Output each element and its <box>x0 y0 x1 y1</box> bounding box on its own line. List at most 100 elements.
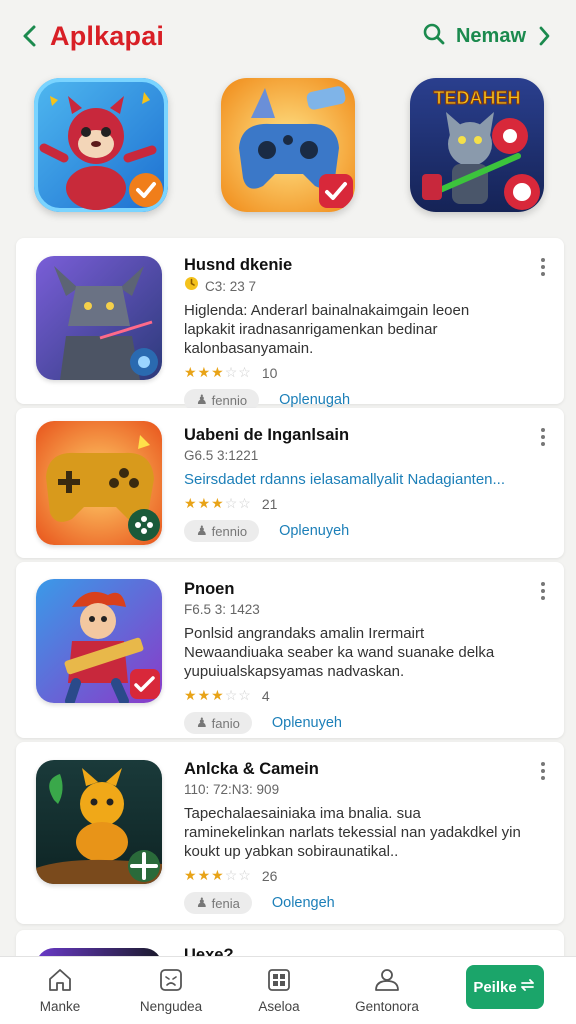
art-text: TEDAHEH <box>433 88 520 108</box>
grid-icon <box>266 967 292 993</box>
open-link[interactable]: Oplenuyeh <box>279 523 349 539</box>
app-name: Uabeni de Inganlsain <box>184 426 350 444</box>
featured-app-cat-warrior[interactable]: TEDAHEH <box>410 78 544 212</box>
star-empty-icon: ☆ <box>224 867 238 883</box>
nav-label: Aseloa <box>258 999 300 1014</box>
app-meta: 110: 72:N3: 909 <box>184 780 524 800</box>
star-icon: ★ <box>184 495 197 511</box>
star-icon: ★ <box>197 867 211 883</box>
app-description: Tapechalaesainiaka ima bnalia. sua ramin… <box>184 805 521 860</box>
app-thumbnail <box>36 760 162 884</box>
squirrel-game-icon <box>34 78 168 212</box>
face-icon <box>158 967 184 993</box>
chip-label: fanio <box>211 715 240 731</box>
list-item[interactable]: Husnd dkenie C3: 23 7 Higlenda: Anderarl… <box>16 238 564 411</box>
category-chip[interactable]: ♟ fenia <box>184 892 252 914</box>
star-rating: ★ ★ ★ ☆ ☆ 4 <box>184 687 524 704</box>
star-empty-icon: ☆ <box>224 364 238 380</box>
controller-game-icon <box>221 78 355 212</box>
cta-button[interactable]: Peilke <box>466 965 544 1009</box>
nav-item-manke[interactable]: Manke <box>15 967 105 1014</box>
star-empty-icon: ☆ <box>238 364 251 380</box>
chip-label: fennio <box>211 523 248 539</box>
app-description: Ponlsid angrandaks amalin Irermairt Newa… <box>184 625 495 680</box>
nav-label: Gentonora <box>355 999 419 1014</box>
back-arrow-icon[interactable] <box>20 24 40 48</box>
cat-warrior-game-icon: TEDAHEH <box>410 78 544 212</box>
home-icon <box>47 967 73 993</box>
cta-label: Peilke <box>473 978 517 996</box>
nav-label: Manke <box>39 999 81 1014</box>
open-link[interactable]: Oplenuyeh <box>272 715 342 731</box>
more-options-icon[interactable] <box>540 258 546 276</box>
star-icon: ★ <box>197 687 211 703</box>
more-options-icon[interactable] <box>540 762 546 780</box>
star-icon: ★ <box>197 495 211 511</box>
app-meta-text: G6.5 3:1221 <box>184 448 259 463</box>
app-meta: C3: 23 7 <box>184 276 524 297</box>
star-empty-icon: ☆ <box>238 687 251 703</box>
app-name: Anlcka & Camein <box>184 760 319 778</box>
star-empty-icon: ☆ <box>224 495 238 511</box>
search-label: Nemaw <box>455 24 526 47</box>
list-item[interactable]: Pnoen F6.5 3: 1423 Ponlsid angrandaks am… <box>16 562 564 738</box>
featured-app-controller[interactable] <box>221 78 355 212</box>
rating-count: 26 <box>261 867 278 884</box>
dragon-game-icon <box>36 256 162 380</box>
more-options-icon[interactable] <box>540 428 546 446</box>
star-icon: ★ <box>211 364 224 380</box>
chip-label: fennio <box>211 392 248 408</box>
app-meta: G6.5 3:1221 <box>184 446 524 466</box>
star-empty-icon: ☆ <box>238 495 251 511</box>
star-empty-icon: ☆ <box>224 687 238 703</box>
rating-count: 4 <box>261 687 270 704</box>
featured-row: TEDAHEH <box>0 78 576 218</box>
star-icon: ★ <box>211 867 224 883</box>
person-icon <box>373 967 401 993</box>
open-link[interactable]: Oolengeh <box>272 895 335 911</box>
header: Aplkapai Nemaw <box>0 0 576 72</box>
nav-item-nengudea[interactable]: Nengudea <box>126 967 216 1014</box>
app-actions: ♟ fanio Oplenuyeh <box>184 712 524 734</box>
star-empty-icon: ☆ <box>238 867 251 883</box>
nav-item-aseloa[interactable]: Aseloa <box>234 967 324 1014</box>
star-icon: ★ <box>197 364 211 380</box>
list-item[interactable]: Anlcka & Camein 110: 72:N3: 909 Tapechal… <box>16 742 564 924</box>
category-chip[interactable]: ♟ fennio <box>184 520 260 542</box>
chip-label: fenia <box>211 895 240 911</box>
category-chip[interactable]: ♟ fanio <box>184 712 252 734</box>
hero-game-icon <box>36 579 162 703</box>
app-actions: ♟ fenia Oolengeh <box>184 892 524 914</box>
app-meta-text: C3: 23 7 <box>205 278 257 294</box>
app-description[interactable]: Seirsdadet rdanns ielasamallyalit Nadagi… <box>184 470 524 489</box>
search-link[interactable]: Nemaw <box>422 22 552 51</box>
app-meta-text: F6.5 3: 1423 <box>184 602 260 617</box>
star-icon: ★ <box>184 867 197 883</box>
featured-app-squirrel[interactable] <box>34 78 168 212</box>
search-icon <box>422 22 446 51</box>
fox-game-icon <box>36 760 162 884</box>
app-actions: ♟ fennio Oplenuyeh <box>184 520 524 542</box>
open-link[interactable]: Oplenugah <box>279 392 350 408</box>
app-meta-text: 110: 72:N3: 909 <box>184 782 280 797</box>
app-info: Pnoen F6.5 3: 1423 Ponlsid angrandaks am… <box>184 578 524 734</box>
app-info: Anlcka & Camein 110: 72:N3: 909 Tapechal… <box>184 758 524 914</box>
header-left: Aplkapai <box>20 21 164 52</box>
person-icon: ♟ <box>196 715 208 730</box>
star-rating: ★ ★ ★ ☆ ☆ 10 <box>184 364 524 381</box>
app-thumbnail <box>36 421 162 545</box>
list-item[interactable]: Uabeni de Inganlsain G6.5 3:1221 Seirsda… <box>16 408 564 558</box>
app-description: Higlenda: Anderarl bainalnakaimgain leoe… <box>184 302 470 357</box>
star-icon: ★ <box>211 687 224 703</box>
app-meta: F6.5 3: 1423 <box>184 600 524 620</box>
nav-item-gentonora[interactable]: Gentonora <box>342 967 432 1014</box>
star-icon: ★ <box>184 687 197 703</box>
app-name: Husnd dkenie <box>184 256 293 274</box>
clock-icon <box>184 276 199 297</box>
star-icon: ★ <box>184 364 197 380</box>
person-icon: ♟ <box>196 523 208 538</box>
gamepad-game-icon <box>36 421 162 545</box>
page-title: Aplkapai <box>50 20 165 51</box>
star-rating: ★ ★ ★ ☆ ☆ 26 <box>184 867 524 884</box>
more-options-icon[interactable] <box>540 582 546 600</box>
